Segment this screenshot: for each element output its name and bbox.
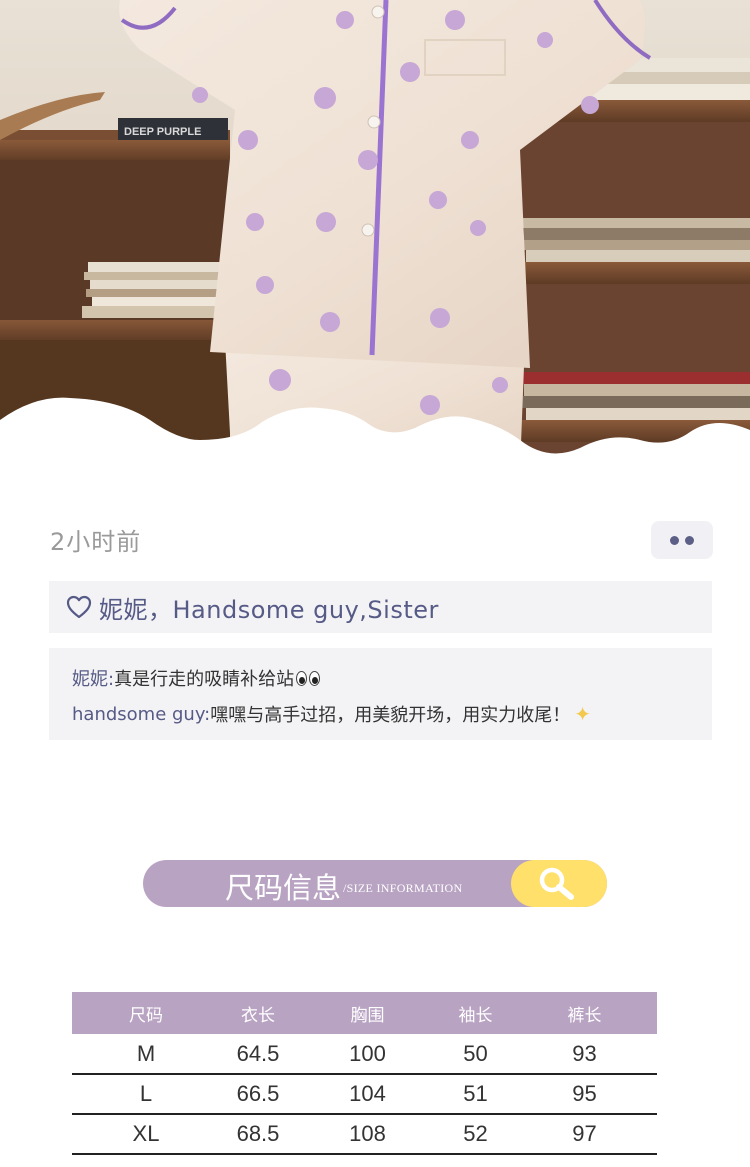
header-size: 尺码 xyxy=(72,992,220,1034)
comment-author[interactable]: 妮妮: xyxy=(72,665,114,691)
size-table: 尺码 衣长 胸围 袖长 裤长 M 64.5 100 50 93 L 66.5 1… xyxy=(72,992,657,1155)
table-row: XL 68.5 108 52 97 xyxy=(72,1114,657,1155)
heart-outline-icon[interactable] xyxy=(65,593,93,621)
comment-item[interactable]: handsome guy: 嘿嘿与高手过招，用美貌开场，用实力收尾！ ✦ xyxy=(72,701,712,727)
comment-text: 嘿嘿与高手过招，用美貌开场，用实力收尾！ xyxy=(210,705,571,726)
table-cell: M xyxy=(72,1034,220,1075)
comment-author[interactable]: handsome guy: xyxy=(72,704,210,725)
header-length: 衣长 xyxy=(220,992,296,1034)
header-pants-length: 裤长 xyxy=(512,992,657,1034)
post-time: 2小时前 xyxy=(50,528,142,556)
banner-title: 尺码信息 xyxy=(225,871,342,905)
table-row: M 64.5 100 50 93 xyxy=(72,1034,657,1075)
comment-item[interactable]: 妮妮: 真是行走的吸睛补给站 xyxy=(72,665,712,691)
table-cell: L xyxy=(72,1074,220,1115)
table-cell: 100 xyxy=(296,1034,439,1075)
table-cell: 66.5 xyxy=(220,1074,296,1115)
table-cell: 51 xyxy=(439,1074,512,1115)
comment-text: 真是行走的吸睛补给站 xyxy=(114,669,295,690)
comments-panel: 妮妮: 真是行走的吸睛补给站 handsome guy: 嘿嘿与高手过招，用美貌… xyxy=(49,648,712,740)
size-info-banner: 尺码信息 /SIZE INFORMATION xyxy=(143,860,607,907)
header-sleeve: 袖长 xyxy=(439,992,512,1034)
header-chest: 胸围 xyxy=(296,992,439,1034)
table-cell: 68.5 xyxy=(220,1114,296,1155)
search-icon xyxy=(539,867,574,900)
search-button[interactable] xyxy=(511,860,607,907)
table-cell: 95 xyxy=(512,1074,657,1115)
table-cell: 108 xyxy=(296,1114,439,1155)
pajama-photo-illustration: DEEP PURPLE xyxy=(0,0,750,470)
table-cell: 97 xyxy=(512,1114,657,1155)
book-spine-text: DEEP PURPLE xyxy=(124,126,201,138)
table-cell: 64.5 xyxy=(220,1034,296,1075)
table-cell: XL xyxy=(72,1114,220,1155)
likes-row: 妮妮，Handsome guy,Sister xyxy=(49,581,712,633)
eyes-emoji-icon xyxy=(296,670,321,686)
table-cell: 50 xyxy=(439,1034,512,1075)
more-dots-icon xyxy=(670,535,679,545)
banner-subtitle: /SIZE INFORMATION xyxy=(343,881,463,895)
table-header-row: 尺码 衣长 胸围 袖长 裤长 xyxy=(72,992,657,1034)
more-options-button[interactable] xyxy=(651,521,713,559)
sparkles-emoji-icon: ✦ xyxy=(574,702,591,726)
table-cell: 93 xyxy=(512,1034,657,1075)
hero-photo: DEEP PURPLE xyxy=(0,0,750,470)
table-row: L 66.5 104 51 95 xyxy=(72,1074,657,1115)
table-cell: 52 xyxy=(439,1114,512,1155)
table-cell: 104 xyxy=(296,1074,439,1115)
more-dots-icon xyxy=(685,535,694,545)
liked-by-names: 妮妮，Handsome guy,Sister xyxy=(99,595,439,624)
